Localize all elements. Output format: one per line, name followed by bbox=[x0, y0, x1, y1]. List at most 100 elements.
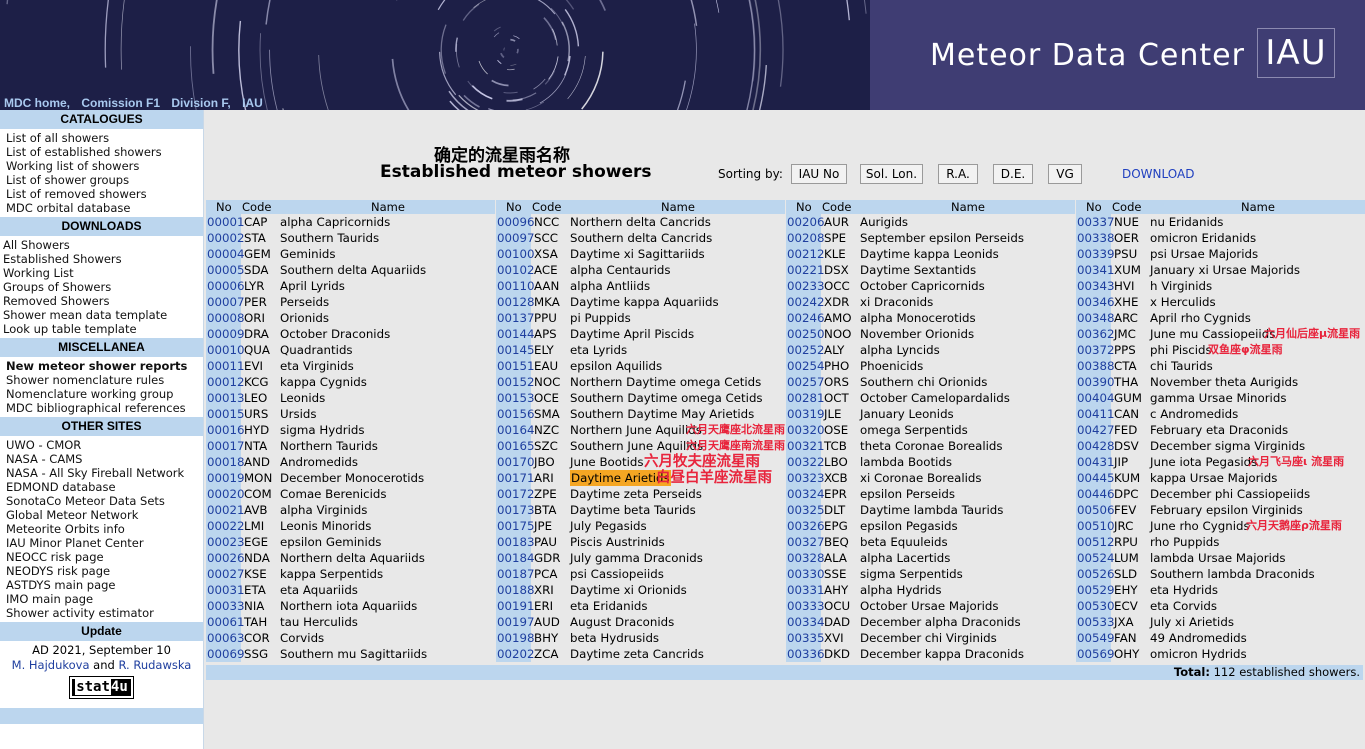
miscellanea-item[interactable]: New meteor shower reports bbox=[6, 359, 203, 373]
shower-name[interactable]: Orionids bbox=[280, 310, 329, 326]
shower-name[interactable]: February eta Draconids bbox=[1150, 422, 1288, 438]
shower-number[interactable]: 00337 bbox=[1076, 214, 1115, 230]
shower-name[interactable]: nu Eridanids bbox=[1150, 214, 1223, 230]
shower-name[interactable]: lambda Bootids bbox=[860, 454, 952, 470]
shower-number[interactable]: 00533 bbox=[1076, 614, 1115, 630]
shower-number[interactable]: 00128 bbox=[496, 294, 535, 310]
sort-vg-button[interactable]: VG bbox=[1048, 164, 1082, 184]
downloads-item[interactable]: Removed Showers bbox=[3, 294, 203, 308]
shower-name[interactable]: October Camelopardalids bbox=[860, 390, 1010, 406]
shower-number[interactable]: 00341 bbox=[1076, 262, 1115, 278]
shower-number[interactable]: 00322 bbox=[786, 454, 825, 470]
shower-number[interactable]: 00015 bbox=[206, 406, 245, 422]
shower-number[interactable]: 00027 bbox=[206, 566, 245, 582]
shower-number[interactable]: 00175 bbox=[496, 518, 535, 534]
shower-number[interactable]: 00184 bbox=[496, 550, 535, 566]
shower-name[interactable]: epsilon Pegasids bbox=[860, 518, 958, 534]
shower-number[interactable]: 00445 bbox=[1076, 470, 1115, 486]
shower-name[interactable]: lambda Ursae Majorids bbox=[1150, 550, 1286, 566]
shower-name[interactable]: Daytime xi Sagittariids bbox=[570, 246, 705, 262]
shower-name[interactable]: January Leonids bbox=[860, 406, 954, 422]
shower-number[interactable]: 00069 bbox=[206, 646, 245, 662]
shower-name[interactable]: December phi Cassiopeiids bbox=[1150, 486, 1310, 502]
shower-number[interactable]: 00097 bbox=[496, 230, 535, 246]
shower-number[interactable]: 00348 bbox=[1076, 310, 1115, 326]
shower-name[interactable]: x Herculids bbox=[1150, 294, 1216, 310]
shower-name[interactable]: October Ursae Majorids bbox=[860, 598, 999, 614]
shower-name[interactable]: Northern delta Cancrids bbox=[570, 214, 711, 230]
shower-name[interactable]: December sigma Virginids bbox=[1150, 438, 1305, 454]
shower-number[interactable]: 00191 bbox=[496, 598, 535, 614]
shower-name[interactable]: psi Ursae Majorids bbox=[1150, 246, 1258, 262]
shower-number[interactable]: 00526 bbox=[1076, 566, 1115, 582]
shower-number[interactable]: 00346 bbox=[1076, 294, 1115, 310]
shower-name[interactable]: Daytime lambda Taurids bbox=[860, 502, 1003, 518]
shower-number[interactable]: 00144 bbox=[496, 326, 535, 342]
shower-number[interactable]: 00427 bbox=[1076, 422, 1115, 438]
shower-name[interactable]: alpha Virginids bbox=[280, 502, 367, 518]
shower-name[interactable]: Daytime zeta Cancrids bbox=[570, 646, 704, 662]
other-sites-item[interactable]: IAU Minor Planet Center bbox=[6, 536, 203, 550]
shower-number[interactable]: 00529 bbox=[1076, 582, 1115, 598]
shower-number[interactable]: 00327 bbox=[786, 534, 825, 550]
shower-name[interactable]: Southern Taurids bbox=[280, 230, 379, 246]
shower-number[interactable]: 00183 bbox=[496, 534, 535, 550]
shower-number[interactable]: 00188 bbox=[496, 582, 535, 598]
shower-name[interactable]: eta Lyrids bbox=[570, 342, 627, 358]
shower-number[interactable]: 00023 bbox=[206, 534, 245, 550]
shower-name[interactable]: Southern chi Orionids bbox=[860, 374, 987, 390]
shower-name[interactable]: Southern Daytime omega Cetids bbox=[570, 390, 763, 406]
shower-name[interactable]: Daytime zeta Perseids bbox=[570, 486, 702, 502]
shower-number[interactable]: 00428 bbox=[1076, 438, 1115, 454]
shower-number[interactable]: 00061 bbox=[206, 614, 245, 630]
miscellanea-item[interactable]: MDC bibliographical references bbox=[6, 401, 203, 415]
shower-number[interactable]: 00549 bbox=[1076, 630, 1115, 646]
shower-name[interactable]: Perseids bbox=[280, 294, 329, 310]
nav-commission-f1-link[interactable]: Comission F1 bbox=[81, 96, 160, 110]
other-sites-item[interactable]: SonotaCo Meteor Data Sets bbox=[6, 494, 203, 508]
catalogues-item[interactable]: List of shower groups bbox=[6, 173, 203, 187]
shower-number[interactable]: 00096 bbox=[496, 214, 535, 230]
shower-number[interactable]: 00100 bbox=[496, 246, 535, 262]
shower-name[interactable]: Piscis Austrinids bbox=[570, 534, 665, 550]
shower-number[interactable]: 00013 bbox=[206, 390, 245, 406]
shower-name[interactable]: kappa Cygnids bbox=[280, 374, 367, 390]
shower-number[interactable]: 00321 bbox=[786, 438, 825, 454]
shower-number[interactable]: 00233 bbox=[786, 278, 825, 294]
shower-number[interactable]: 00007 bbox=[206, 294, 245, 310]
downloads-item[interactable]: Working List bbox=[3, 266, 203, 280]
shower-number[interactable]: 00172 bbox=[496, 486, 535, 502]
shower-name[interactable]: Northern iota Aquariids bbox=[280, 598, 417, 614]
other-sites-item[interactable]: IMO main page bbox=[6, 592, 203, 606]
other-sites-item[interactable]: NEODYS risk page bbox=[6, 564, 203, 578]
shower-name[interactable]: June Bootids bbox=[570, 454, 644, 470]
shower-number[interactable]: 00390 bbox=[1076, 374, 1115, 390]
shower-number[interactable]: 00001 bbox=[206, 214, 245, 230]
shower-number[interactable]: 00026 bbox=[206, 550, 245, 566]
shower-name[interactable]: xi Draconids bbox=[860, 294, 933, 310]
shower-name[interactable]: December kappa Draconids bbox=[860, 646, 1024, 662]
shower-number[interactable]: 00152 bbox=[496, 374, 535, 390]
shower-name[interactable]: Quadrantids bbox=[280, 342, 353, 358]
shower-number[interactable]: 00206 bbox=[786, 214, 825, 230]
shower-number[interactable]: 00254 bbox=[786, 358, 825, 374]
shower-name[interactable]: November Orionids bbox=[860, 326, 974, 342]
shower-number[interactable]: 00323 bbox=[786, 470, 825, 486]
shower-number[interactable]: 00020 bbox=[206, 486, 245, 502]
sort-de-button[interactable]: D.E. bbox=[993, 164, 1033, 184]
shower-name[interactable]: alpha Antliids bbox=[570, 278, 650, 294]
nav-division-f-link[interactable]: Division F, bbox=[171, 96, 230, 110]
shower-number[interactable]: 00164 bbox=[496, 422, 535, 438]
shower-name[interactable]: epsilon Perseids bbox=[860, 486, 955, 502]
shower-name[interactable]: beta Hydrusids bbox=[570, 630, 659, 646]
shower-number[interactable]: 00246 bbox=[786, 310, 825, 326]
shower-name[interactable]: December alpha Draconids bbox=[860, 614, 1021, 630]
shower-number[interactable]: 00011 bbox=[206, 358, 245, 374]
shower-number[interactable]: 00165 bbox=[496, 438, 535, 454]
shower-number[interactable]: 00137 bbox=[496, 310, 535, 326]
shower-number[interactable]: 00033 bbox=[206, 598, 245, 614]
shower-name[interactable]: chi Taurids bbox=[1150, 358, 1213, 374]
shower-number[interactable]: 00325 bbox=[786, 502, 825, 518]
shower-name[interactable]: Andromedids bbox=[280, 454, 358, 470]
shower-number[interactable]: 00022 bbox=[206, 518, 245, 534]
